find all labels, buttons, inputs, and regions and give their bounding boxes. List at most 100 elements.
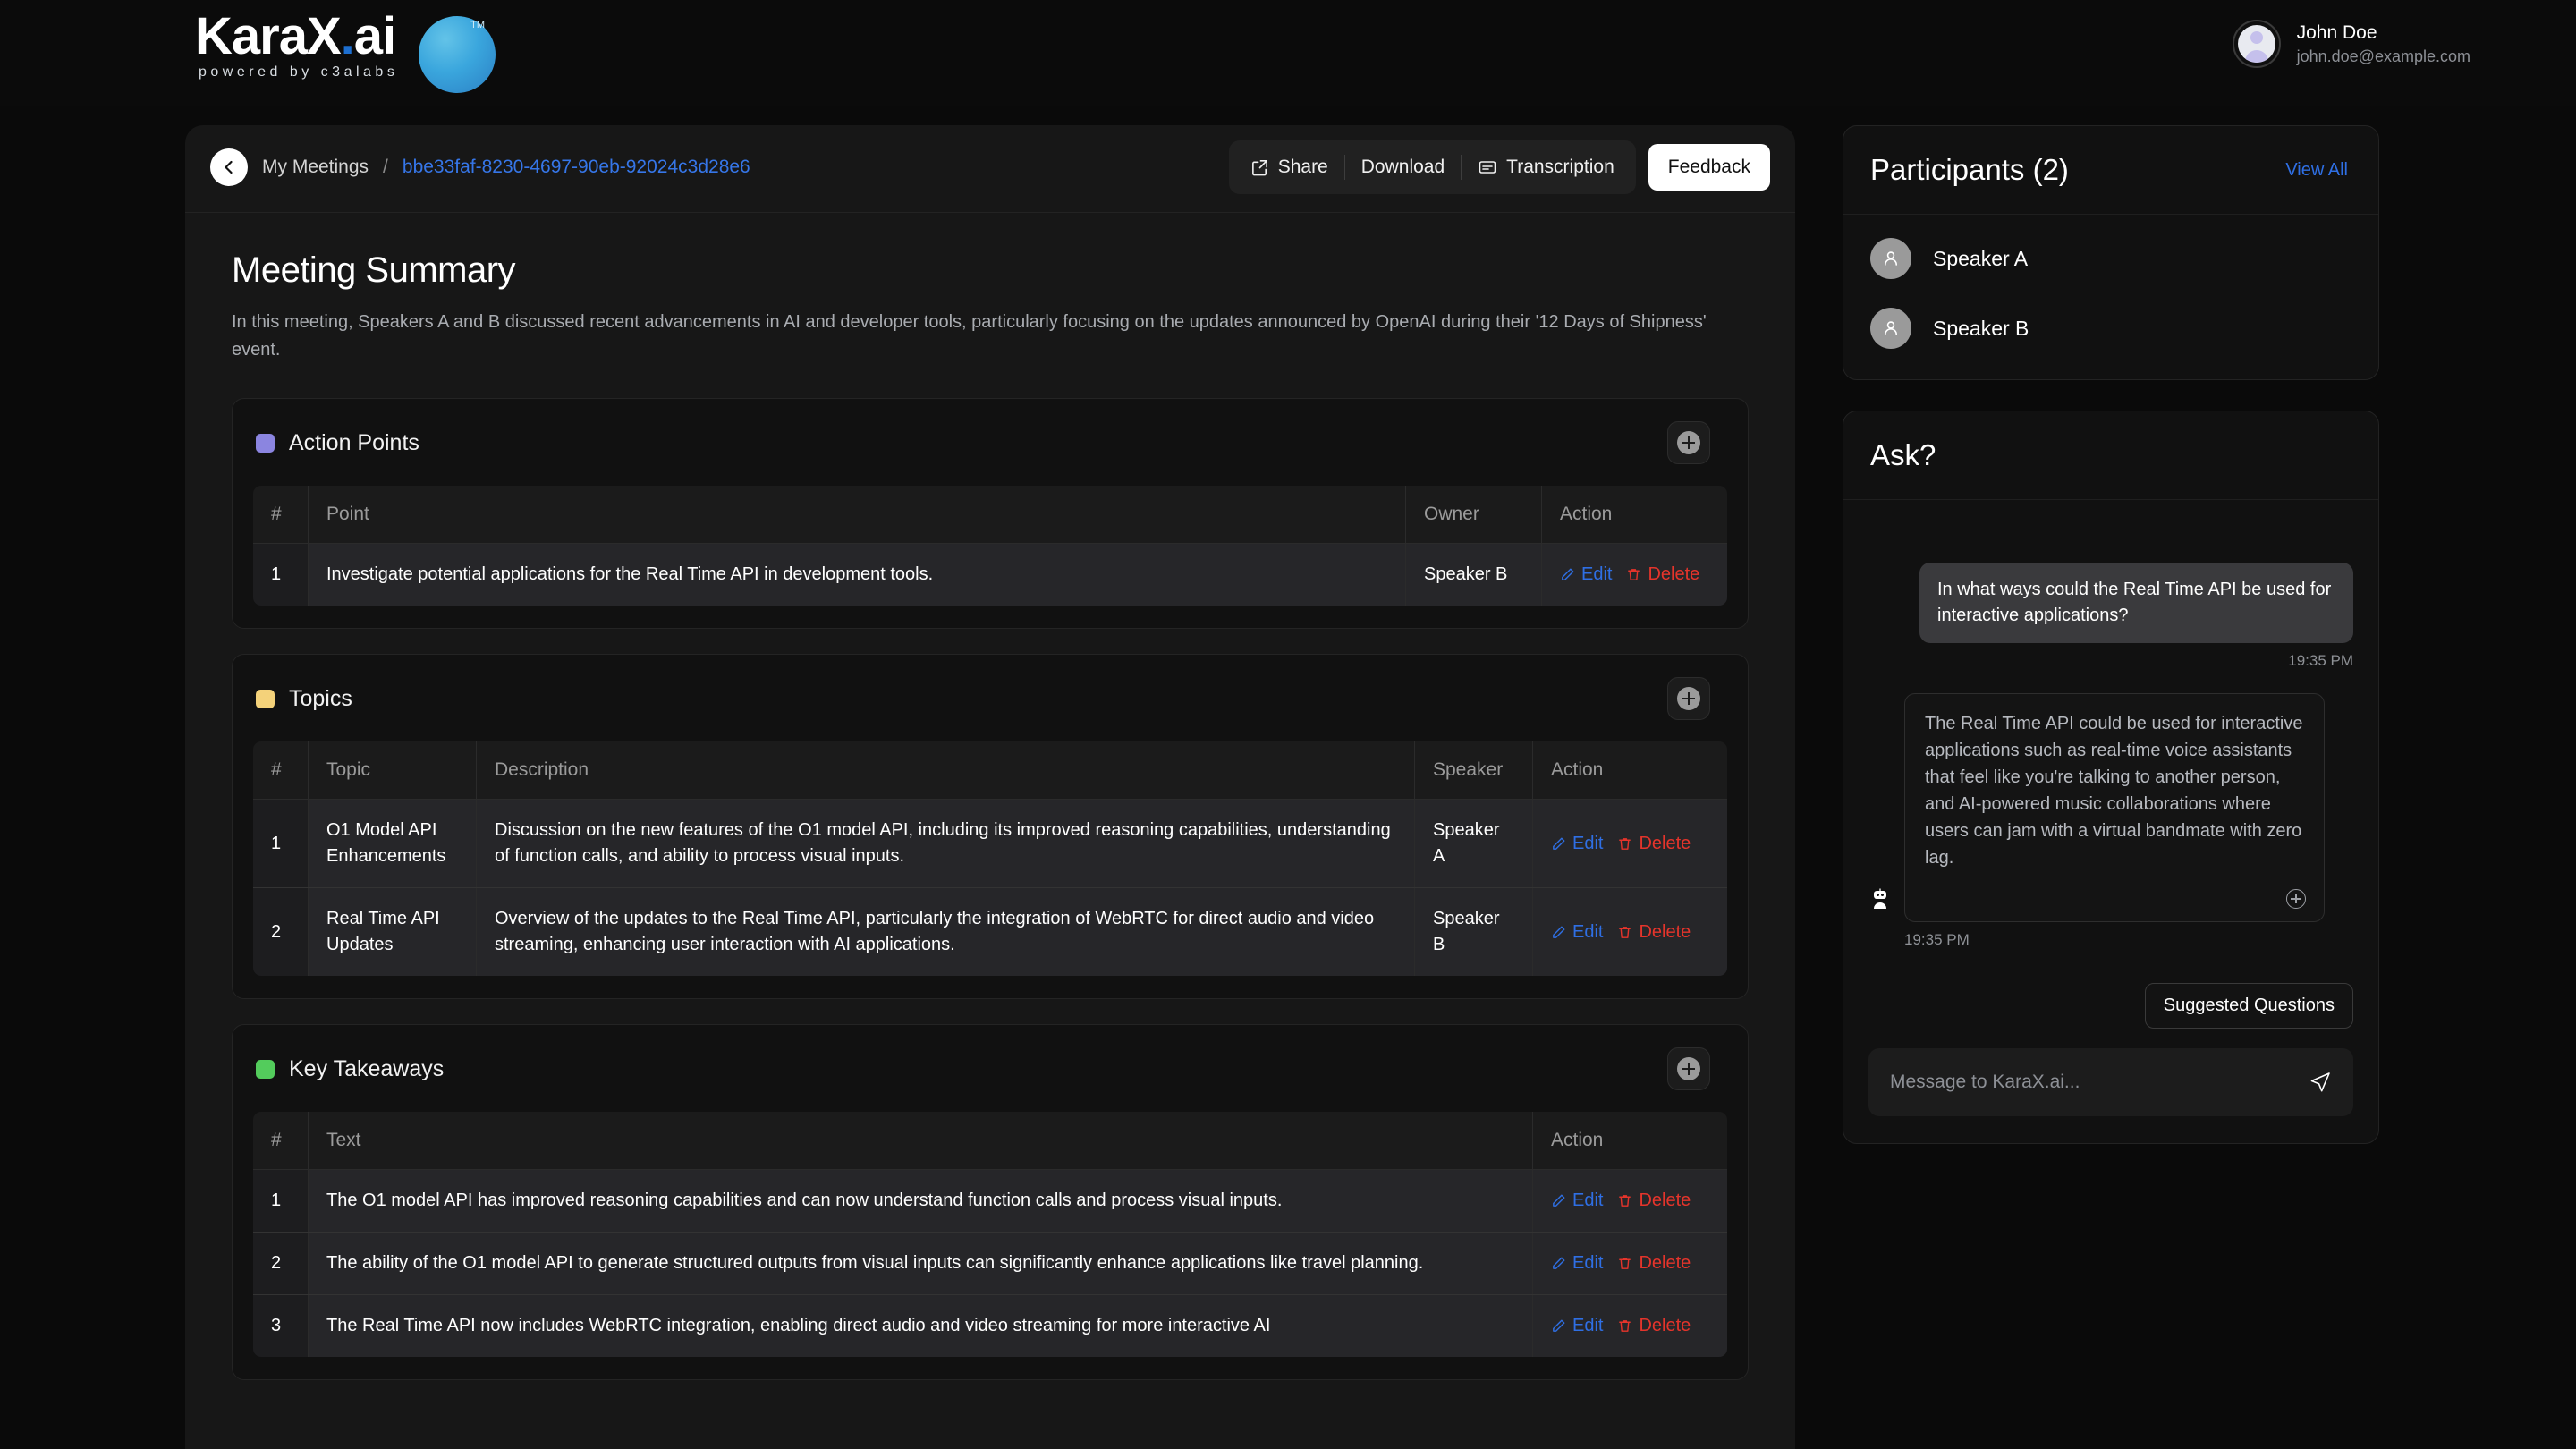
right-sidebar: Participants (2) View All Speaker A Spea… — [1843, 125, 2379, 1144]
back-button[interactable] — [210, 148, 248, 186]
share-icon — [1251, 159, 1267, 175]
breadcrumb-separator: / — [383, 157, 388, 177]
plus-icon — [1677, 1057, 1700, 1080]
user-profile[interactable]: John Doe john.doe@example.com — [2232, 20, 2470, 68]
section-topics: Topics # Topic Description Speaker Actio… — [232, 654, 1749, 999]
edit-label: Edit — [1572, 1191, 1604, 1210]
view-all-participants-link[interactable]: View All — [2285, 160, 2348, 181]
add-key-takeaway-button[interactable] — [1667, 1047, 1710, 1090]
user-message-text: In what ways could the Real Time API be … — [1919, 563, 2353, 643]
summary-description: In this meeting, Speakers A and B discus… — [232, 312, 1707, 360]
trash-icon — [1628, 569, 1640, 580]
download-button[interactable]: Download — [1345, 140, 1461, 194]
col-action: Action — [1541, 486, 1727, 544]
delete-button[interactable]: Delete — [1617, 919, 1690, 945]
participant-avatar — [1870, 238, 1911, 279]
list-item[interactable]: Speaker B — [1870, 308, 2351, 349]
pencil-icon — [1553, 837, 1565, 850]
page-title: Meeting Summary — [232, 250, 516, 290]
cell-index: 1 — [253, 799, 309, 888]
trash-icon — [1619, 837, 1631, 850]
edit-button[interactable]: Edit — [1560, 562, 1612, 588]
table-row: 2 The ability of the O1 model API to gen… — [253, 1232, 1727, 1295]
share-label: Share — [1277, 157, 1328, 177]
edit-button[interactable]: Edit — [1551, 1188, 1603, 1214]
pencil-icon — [1562, 568, 1574, 580]
feedback-button[interactable]: Feedback — [1648, 144, 1770, 191]
ask-title: Ask? — [1870, 438, 1936, 471]
trash-icon — [1619, 926, 1631, 938]
add-action-point-button[interactable] — [1667, 421, 1710, 464]
message-input[interactable] — [1890, 1072, 2296, 1093]
delete-button[interactable]: Delete — [1617, 1250, 1690, 1276]
edit-label: Edit — [1572, 1253, 1604, 1273]
toolbar-group: Share Download Transcription — [1228, 140, 1636, 194]
delete-button[interactable]: Delete — [1617, 1188, 1690, 1214]
logo-tagline: powered by c3alabs — [199, 64, 399, 80]
edit-button[interactable]: Edit — [1551, 1250, 1603, 1276]
delete-button[interactable]: Delete — [1626, 562, 1699, 588]
chat-message-user: In what ways could the Real Time API be … — [1868, 563, 2353, 670]
table-row: 1 The O1 model API has improved reasonin… — [253, 1169, 1727, 1233]
delete-label: Delete — [1639, 1316, 1691, 1335]
key-takeaways-table: # Text Action 1 The O1 model API has imp… — [252, 1111, 1728, 1358]
person-icon — [1885, 251, 1897, 266]
col-point: Point — [308, 486, 1406, 544]
pencil-icon — [1553, 1194, 1565, 1207]
edit-button[interactable]: Edit — [1551, 1313, 1603, 1339]
cell-index: 2 — [253, 1232, 309, 1295]
section-swatch — [256, 1059, 275, 1079]
table-header-row: # Text Action — [253, 1112, 1727, 1170]
cell-description: Overview of the updates to the Real Time… — [476, 887, 1415, 976]
list-item[interactable]: Speaker A — [1870, 238, 2351, 279]
chat-message-assistant: The Real Time API could be used for inte… — [1868, 693, 2353, 949]
logo-text-ai: ai — [353, 7, 396, 65]
section-swatch — [256, 689, 275, 708]
breadcrumb-meeting-id[interactable]: bbe33faf-8230-4697-90eb-92024c3d28e6 — [402, 157, 750, 178]
suggested-questions-button[interactable]: Suggested Questions — [2144, 983, 2353, 1029]
delete-label: Delete — [1648, 564, 1700, 584]
pencil-icon — [1553, 1257, 1565, 1269]
topics-table: # Topic Description Speaker Action 1 O1 … — [252, 741, 1728, 977]
breadcrumb-my-meetings[interactable]: My Meetings — [262, 157, 369, 178]
transcription-button[interactable]: Transcription — [1462, 140, 1631, 194]
cell-text: The O1 model API has improved reasoning … — [308, 1169, 1533, 1233]
section-title-key-takeaways: Key Takeaways — [289, 1055, 445, 1081]
user-message-time: 19:35 PM — [2288, 652, 2353, 669]
cell-index: 1 — [253, 543, 309, 606]
table-header-row: # Topic Description Speaker Action — [253, 741, 1727, 800]
trash-icon — [1619, 1320, 1631, 1332]
cell-action: Edit Delete — [1541, 543, 1727, 606]
cell-index: 3 — [253, 1294, 309, 1357]
section-action-points: Action Points # Point Owner Action 1 Inv… — [232, 398, 1749, 629]
action-points-table: # Point Owner Action 1 Investigate poten… — [252, 485, 1728, 606]
cell-text: The Real Time API now includes WebRTC in… — [308, 1294, 1533, 1357]
app-logo[interactable]: TM KaraX.ai powered by c3alabs — [195, 11, 496, 95]
logo-text-main: KaraX — [195, 7, 342, 65]
delete-button[interactable]: Delete — [1617, 1313, 1690, 1339]
send-button[interactable] — [2309, 1071, 2332, 1094]
cell-action: Edit Delete — [1532, 1169, 1727, 1233]
col-text: Text — [308, 1112, 1533, 1170]
edit-label: Edit — [1572, 833, 1604, 853]
plus-icon — [1677, 687, 1700, 710]
edit-label: Edit — [1572, 1316, 1604, 1335]
delete-button[interactable]: Delete — [1617, 831, 1690, 857]
transcript-icon — [1479, 161, 1496, 174]
cell-index: 2 — [253, 887, 309, 976]
add-to-notes-icon[interactable] — [2286, 889, 2306, 909]
edit-label: Edit — [1581, 564, 1613, 584]
chat-messages[interactable]: In what ways could the Real Time API be … — [1843, 500, 2378, 983]
edit-button[interactable]: Edit — [1551, 919, 1603, 945]
logo-trademark: TM — [470, 20, 485, 30]
section-key-takeaways: Key Takeaways # Text Action 1 The O1 mod… — [232, 1024, 1749, 1380]
section-swatch — [256, 433, 275, 453]
chat-composer[interactable] — [1868, 1048, 2353, 1116]
add-topic-button[interactable] — [1667, 677, 1710, 720]
plus-icon — [1677, 431, 1700, 454]
section-title-topics: Topics — [289, 685, 352, 711]
edit-button[interactable]: Edit — [1551, 831, 1603, 857]
table-row: 2 Real Time API Updates Overview of the … — [253, 887, 1727, 976]
share-button[interactable]: Share — [1234, 140, 1344, 194]
toolbar: Share Download Transcription Feedback — [1228, 140, 1770, 194]
